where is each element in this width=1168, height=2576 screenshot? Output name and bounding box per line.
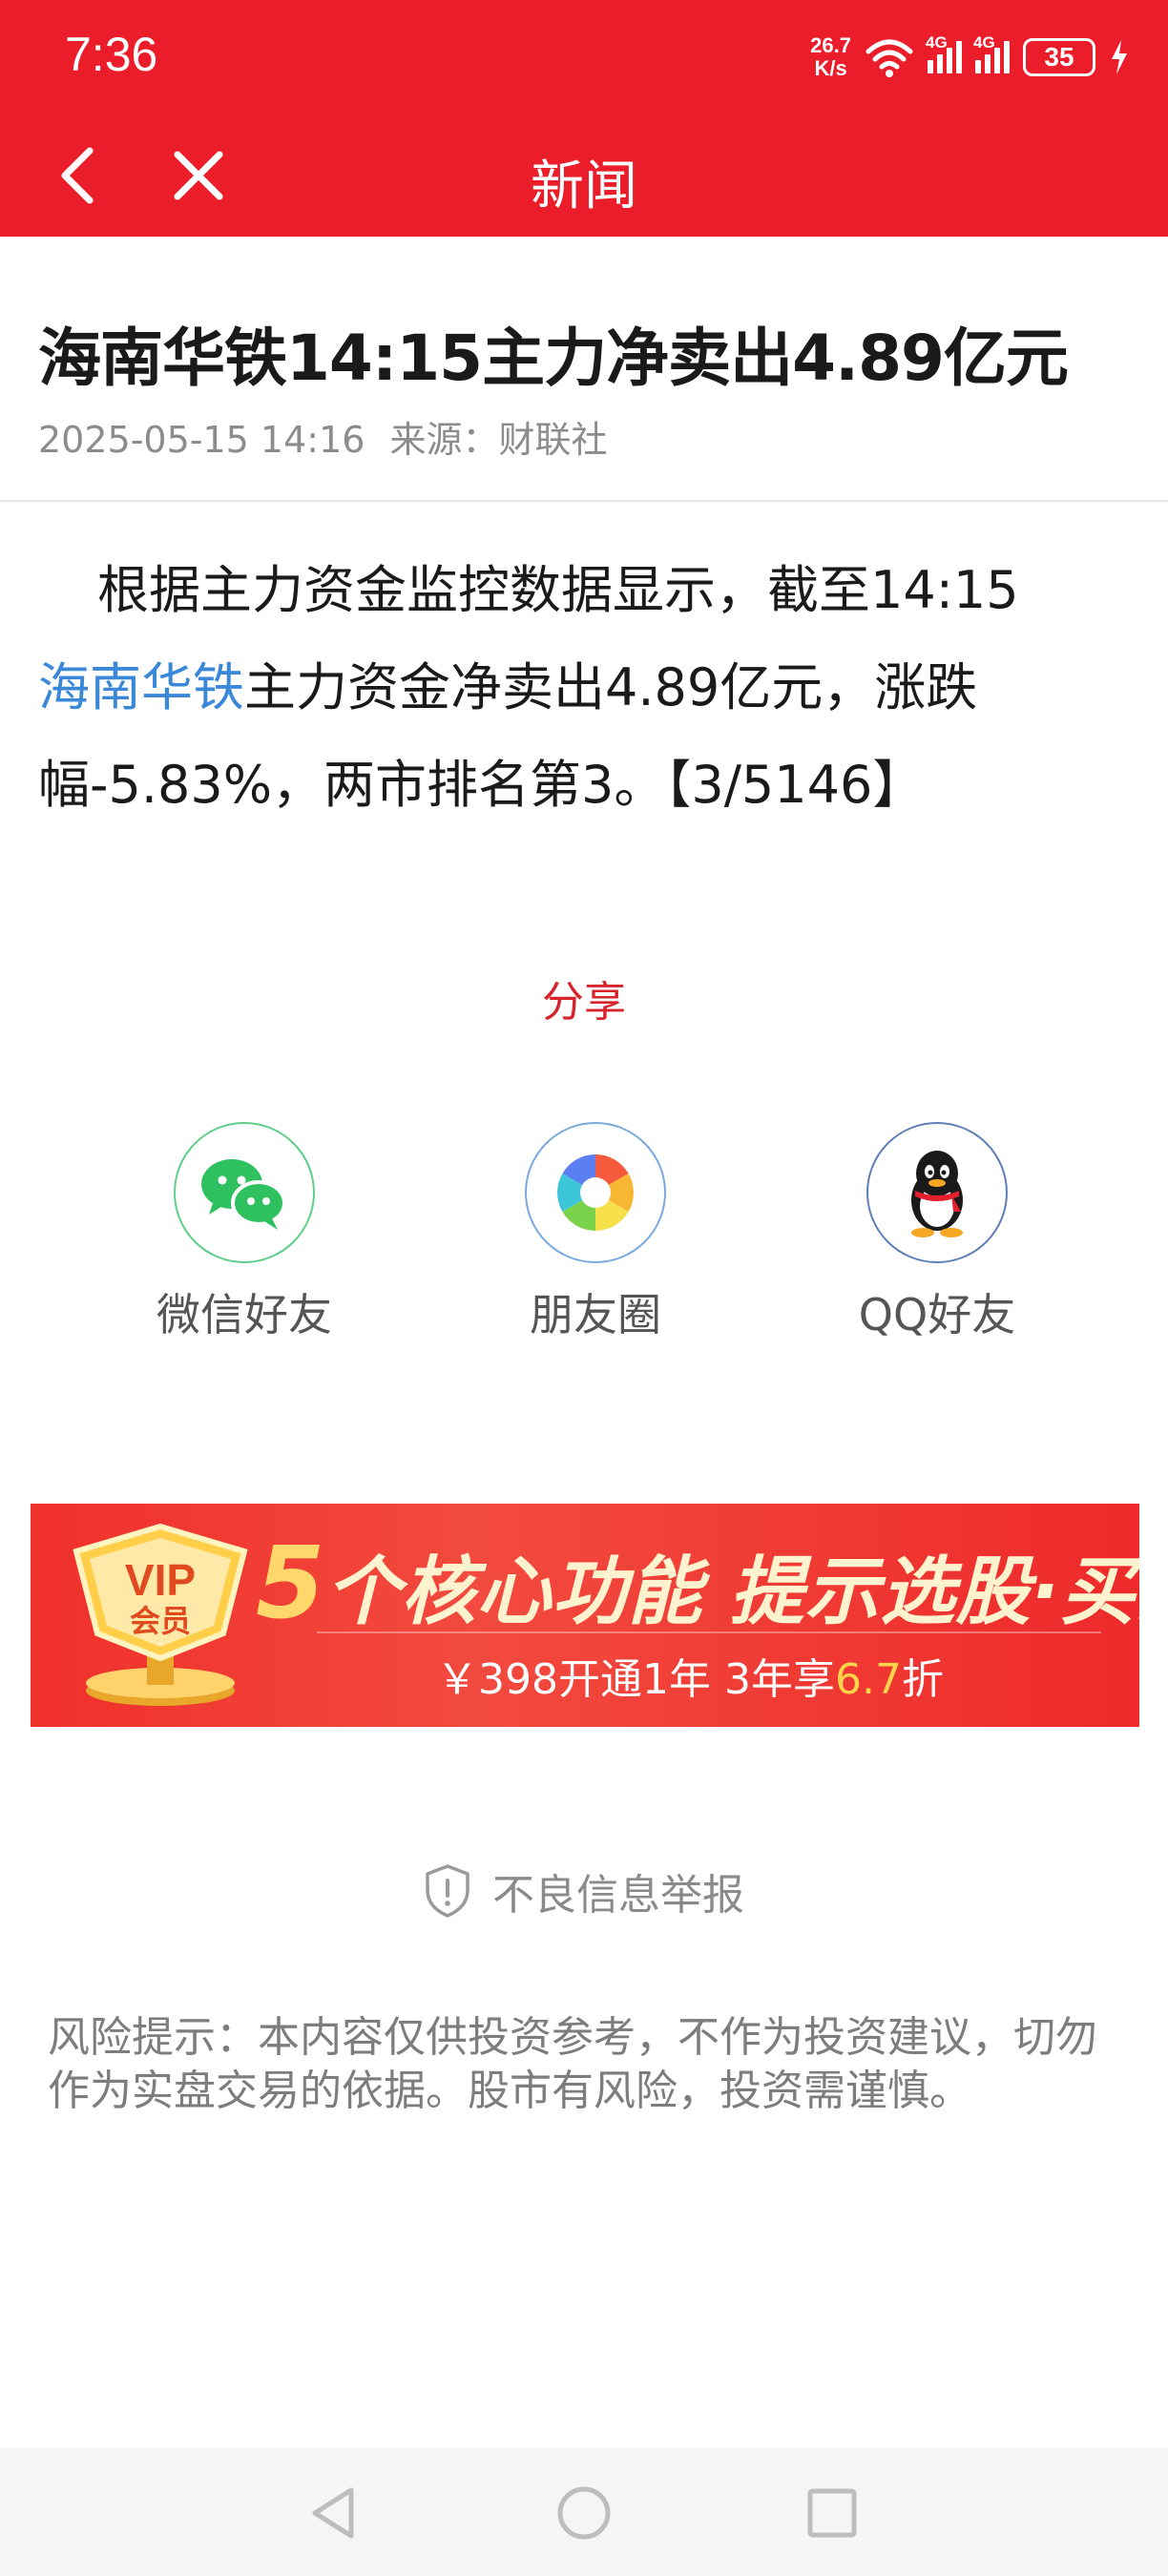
report-label: 不良信息举报 [492, 1871, 744, 1920]
article-body: 根据主力资金监控数据显示，截至14:15 海南华铁主力资金净卖出4.89亿元，涨跌… [38, 542, 1136, 834]
vip-headline-text: 个核心功能 提示选股·买卖 [325, 1549, 1139, 1635]
wechat-icon [174, 1122, 315, 1263]
network-speed-value: 26.7 [810, 33, 851, 57]
nav-home-button[interactable] [546, 2475, 622, 2551]
vip-banner[interactable]: VIP 会员 5个核心功能 提示选股·买卖 ￥398开通1年 3年享6.7折 [31, 1504, 1139, 1727]
article-source-label: 来源： [389, 419, 499, 461]
nav-recents-icon [807, 2488, 857, 2538]
share-title: 分享 [542, 978, 626, 1027]
share-wechat-button[interactable]: 微信好友 [120, 1122, 368, 1343]
nav-recents-button[interactable] [794, 2475, 870, 2551]
article-body-intro: 根据主力资金监控数据显示，截至14:15 [97, 560, 1019, 620]
share-moments-button[interactable]: 朋友圈 [471, 1122, 720, 1343]
nav-back-button[interactable] [298, 2475, 374, 2551]
article-source: 财联社 [498, 419, 608, 461]
page-title: 新闻 [531, 156, 637, 218]
vip-divider [317, 1631, 1101, 1633]
nav-home-icon [557, 2486, 611, 2540]
vip-headline: 5个核心功能 提示选股·买卖 [256, 1525, 1139, 1641]
vip-sub-discount: 6.7 [834, 1655, 902, 1704]
shield-alert-icon [426, 1864, 469, 1918]
vip-sub-suffix: 折 [901, 1655, 944, 1704]
charging-icon [1112, 40, 1127, 74]
header-divider [0, 500, 1168, 502]
risk-notice: 风险提示：本内容仅供投资参考，不作为投资建议，切勿作为实盘交易的依据。股市有风险… [48, 2013, 1097, 2115]
title-bar: 新闻 [0, 114, 1168, 237]
share-moments-label: 朋友圈 [530, 1289, 661, 1340]
report-button[interactable]: 不良信息举报 [0, 1860, 1168, 1922]
share-qq-label: QQ好友 [858, 1289, 1016, 1340]
stock-link[interactable]: 海南华铁 [38, 657, 244, 717]
share-qq-button[interactable]: QQ好友 [813, 1122, 1061, 1343]
status-time: 7:36 [65, 28, 158, 81]
signal-icon-sim2: 4G [973, 33, 1010, 73]
status-icons: 26.7 K/s 4G 4G 35 [810, 29, 1130, 86]
article-title: 海南华铁14:15主力净卖出4.89亿元 [38, 322, 1069, 395]
signal-2-label: 4G [973, 33, 995, 52]
vip-sub-price: ￥398开通1年 3年享 [436, 1655, 835, 1704]
vip-headline-number: 5 [256, 1525, 326, 1641]
vip-badge-top: VIP [125, 1555, 196, 1605]
article-date: 2025-05-15 14:16 [38, 419, 365, 461]
status-bar: 7:36 26.7 K/s 4G 4G 35 [0, 0, 1168, 114]
article-meta: 2025-05-15 14:16 来源：财联社 [38, 410, 608, 463]
system-navigation-bar [0, 2448, 1168, 2576]
share-wechat-label: 微信好友 [156, 1289, 332, 1340]
signal-icon-sim1: 4G [926, 33, 962, 73]
battery-level: 35 [1044, 42, 1074, 72]
qq-icon [866, 1122, 1008, 1263]
vip-subline: ￥398开通1年 3年享6.7折 [31, 1645, 1139, 1706]
battery-indicator: 35 [1023, 38, 1095, 76]
network-speed: 26.7 K/s [810, 34, 851, 80]
vip-badge-bottom: 会员 [130, 1603, 191, 1639]
signal-1-label: 4G [926, 33, 948, 52]
moments-icon [525, 1122, 666, 1263]
network-speed-unit: K/s [814, 56, 847, 80]
nav-back-icon [312, 2487, 354, 2539]
wifi-icon [866, 39, 913, 77]
